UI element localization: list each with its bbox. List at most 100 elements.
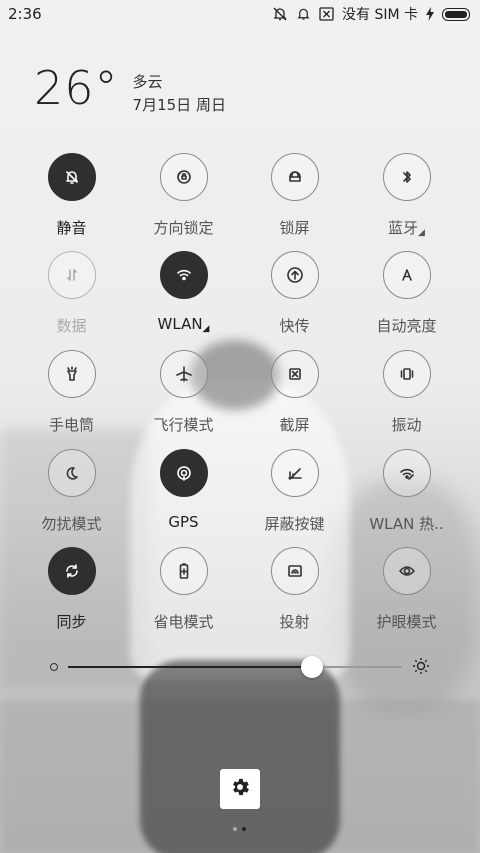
tile-label: 同步 <box>16 611 127 632</box>
temperature: 26° <box>34 61 119 115</box>
brightness-fill <box>68 666 312 668</box>
vibrate-icon[interactable] <box>382 350 431 398</box>
tile-lock[interactable]: 锁屏 <box>239 153 350 243</box>
tile-battery-saver[interactable]: 省电模式 <box>128 547 239 637</box>
gps-icon[interactable] <box>159 449 208 497</box>
charging-icon <box>426 7 434 21</box>
tile-label-text: 振动 <box>391 416 422 434</box>
status-bar: 2:36 没有 SIM 卡 <box>0 0 480 30</box>
tile-label-text: 同步 <box>56 613 87 631</box>
tile-bluetooth[interactable]: 蓝牙◢ <box>351 153 462 243</box>
bell-off-icon[interactable] <box>47 153 96 201</box>
tile-label: 锁屏 <box>239 217 350 238</box>
tile-label-text: 手电筒 <box>48 416 94 434</box>
tile-label-text: WLAN <box>157 315 203 333</box>
gear-icon <box>229 776 251 802</box>
tile-label-text: GPS <box>168 513 199 531</box>
tile-eye[interactable]: 护眼模式 <box>351 547 462 637</box>
tile-label: 数据 <box>16 315 127 336</box>
tile-vibrate[interactable]: 振动 <box>351 350 462 440</box>
hotspot-icon[interactable] <box>382 449 431 497</box>
tile-airplane[interactable]: 飞行模式 <box>128 350 239 440</box>
tile-label: 投射 <box>239 611 350 632</box>
tile-hotspot[interactable]: WLAN 热.. <box>351 449 462 539</box>
cast-icon[interactable] <box>270 547 319 595</box>
tile-label: WLAN◢ <box>128 315 239 334</box>
eye-icon[interactable] <box>382 547 431 595</box>
tile-label: 勿扰模式 <box>16 513 127 534</box>
tile-label: 方向锁定 <box>128 217 239 238</box>
tile-label-text: 勿扰模式 <box>41 515 102 533</box>
tile-label: 截屏 <box>239 414 350 435</box>
tile-label-text: WLAN 热.. <box>369 515 444 533</box>
weather-widget[interactable]: 26° 多云 7月15日 周日 <box>34 65 226 117</box>
tile-label: 静音 <box>16 217 127 238</box>
tile-label-text: 快传 <box>279 317 310 335</box>
page-indicator <box>233 827 246 831</box>
tile-cast[interactable]: 投射 <box>239 547 350 637</box>
tile-auto-brightness[interactable]: 自动亮度 <box>351 251 462 341</box>
tile-label: 手电筒 <box>16 414 127 435</box>
brightness-slider[interactable] <box>50 656 430 679</box>
tile-wifi[interactable]: WLAN◢ <box>128 251 239 341</box>
settings-button[interactable] <box>220 769 260 809</box>
flashlight-icon[interactable] <box>47 350 96 398</box>
tile-block-keys[interactable]: 屏蔽按键 <box>239 449 350 539</box>
silent-status-icon <box>272 6 288 22</box>
tile-label-text: 屏蔽按键 <box>264 515 325 533</box>
tile-flashlight[interactable]: 手电筒 <box>16 350 127 440</box>
tile-label: 自动亮度 <box>351 315 462 336</box>
block-keys-icon[interactable] <box>270 449 319 497</box>
tile-label: 飞行模式 <box>128 414 239 435</box>
moon-icon[interactable] <box>47 449 96 497</box>
tile-screenshot[interactable]: 截屏 <box>239 350 350 440</box>
tile-fast-transfer[interactable]: 快传 <box>239 251 350 341</box>
tile-sync[interactable]: 同步 <box>16 547 127 637</box>
page-dot-2 <box>242 827 246 831</box>
screenshot-icon[interactable] <box>270 350 319 398</box>
rotation-lock-icon[interactable] <box>159 153 208 201</box>
tile-moon[interactable]: 勿扰模式 <box>16 449 127 539</box>
tile-label-text: 方向锁定 <box>153 219 214 237</box>
tile-gps[interactable]: GPS <box>128 449 239 539</box>
tile-rotation-lock[interactable]: 方向锁定 <box>128 153 239 243</box>
sync-icon[interactable] <box>47 547 96 595</box>
tile-mobile-data[interactable]: 数据 <box>16 251 127 341</box>
weather-date: 7月15日 周日 <box>132 96 226 114</box>
lock-icon[interactable] <box>270 153 319 201</box>
brightness-high-icon <box>412 657 430 679</box>
carrier-text: 没有 SIM 卡 <box>342 7 418 23</box>
tile-label: 省电模式 <box>128 611 239 632</box>
fast-transfer-icon[interactable] <box>270 251 319 299</box>
mobile-data-icon[interactable] <box>47 251 96 299</box>
expand-indicator-icon: ◢ <box>418 228 425 238</box>
auto-brightness-icon[interactable] <box>382 251 431 299</box>
battery-saver-icon[interactable] <box>159 547 208 595</box>
notification-bell-icon <box>296 6 311 22</box>
tile-label: 振动 <box>351 414 462 435</box>
tile-label-text: 蓝牙 <box>388 219 419 237</box>
tile-label: GPS <box>128 513 239 531</box>
tile-label-text: 飞行模式 <box>153 416 214 434</box>
tile-label-text: 自动亮度 <box>376 317 437 335</box>
tile-bell-off[interactable]: 静音 <box>16 153 127 243</box>
battery-icon <box>442 7 470 21</box>
page-dot-1 <box>233 827 237 831</box>
tile-label-text: 截屏 <box>279 416 310 434</box>
bluetooth-icon[interactable] <box>382 153 431 201</box>
no-sim-icon <box>319 7 334 21</box>
tile-label-text: 静音 <box>56 219 87 237</box>
tile-label: 护眼模式 <box>351 611 462 632</box>
wifi-icon[interactable] <box>159 251 208 299</box>
airplane-icon[interactable] <box>159 350 208 398</box>
tile-label: WLAN 热.. <box>351 513 462 534</box>
tile-label-text: 省电模式 <box>153 613 214 631</box>
tile-label-text: 投射 <box>279 613 310 631</box>
brightness-track[interactable] <box>68 656 402 678</box>
expand-indicator-icon: ◢ <box>202 324 210 334</box>
tile-label-text: 数据 <box>56 317 87 335</box>
tile-label: 蓝牙◢ <box>351 217 462 238</box>
brightness-thumb[interactable] <box>300 656 323 678</box>
brightness-low-icon <box>50 663 58 671</box>
weather-condition: 多云 <box>132 73 163 91</box>
